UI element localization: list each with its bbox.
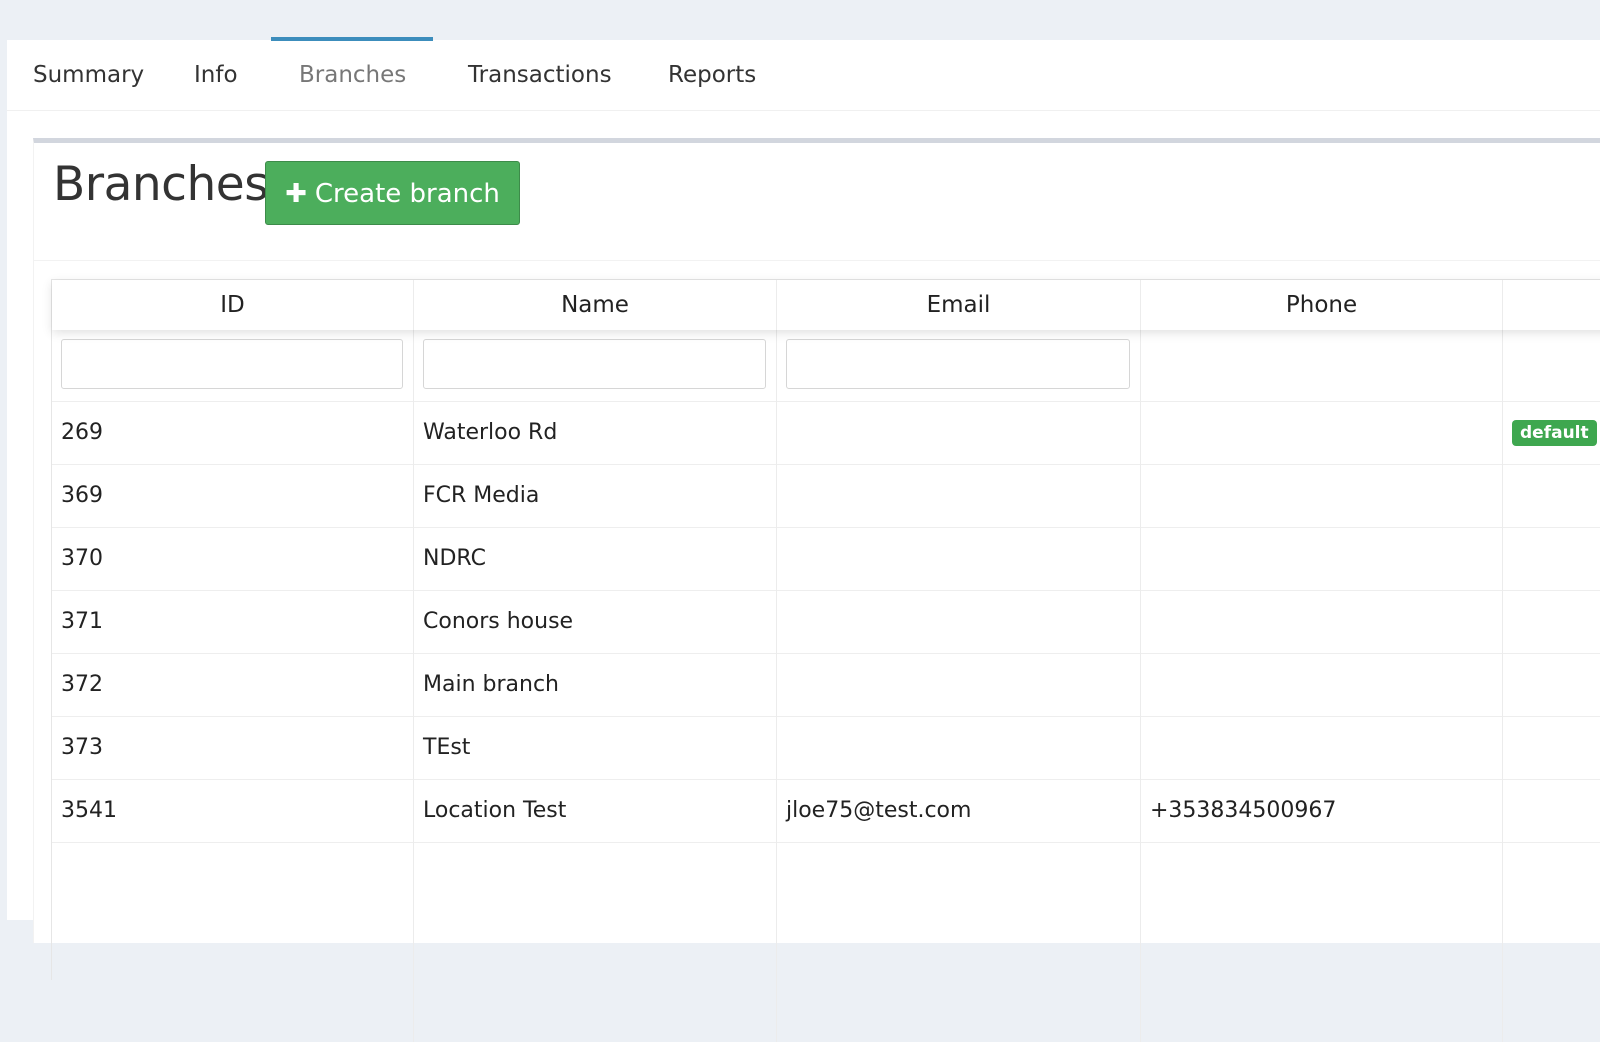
tab-bar: Summary Info Branches Transactions Repor… <box>7 37 1600 111</box>
name-filter-input[interactable] <box>423 339 766 389</box>
column-header-email[interactable]: Email <box>777 280 1141 330</box>
branches-box: Branches ✚ Create branch ID Name Email Ph… <box>33 138 1600 1042</box>
create-branch-button[interactable]: ✚ Create branch <box>265 161 520 225</box>
filter-cell-id <box>52 330 414 401</box>
cell-extra <box>1503 779 1600 842</box>
table-empty-area <box>52 842 1600 1042</box>
table-row[interactable]: 371 Conors house <box>52 590 1600 654</box>
table-row[interactable]: 3541 Location Test jloe75@test.com +3538… <box>52 779 1600 843</box>
cell-email <box>777 464 1141 527</box>
empty-cell <box>52 842 414 1042</box>
cell-extra <box>1503 653 1600 716</box>
column-header-extra <box>1503 280 1600 330</box>
table-row[interactable]: 372 Main branch <box>52 653 1600 717</box>
cell-phone <box>1141 401 1503 464</box>
cell-email <box>777 653 1141 716</box>
column-header-name[interactable]: Name <box>414 280 777 330</box>
tab-reports[interactable]: Reports <box>668 40 756 110</box>
content-panel: Summary Info Branches Transactions Repor… <box>7 37 1600 1042</box>
table-row[interactable]: 369 FCR Media <box>52 464 1600 528</box>
branches-table: ID Name Email Phone 269 Waterloo Rd defa… <box>51 279 1600 1042</box>
default-badge: default <box>1512 420 1597 446</box>
table-header: ID Name Email Phone <box>52 280 1600 330</box>
cell-name: Conors house <box>414 590 777 653</box>
cell-id: 372 <box>52 653 414 716</box>
cell-name: Main branch <box>414 653 777 716</box>
cell-email <box>777 527 1141 590</box>
filter-cell-name <box>414 330 777 401</box>
filter-cell-phone <box>1141 330 1503 401</box>
cell-id: 3541 <box>52 779 414 842</box>
cell-phone <box>1141 716 1503 779</box>
plus-icon: ✚ <box>285 179 307 209</box>
id-filter-input[interactable] <box>61 339 403 389</box>
cell-extra: default <box>1503 401 1600 464</box>
cell-extra <box>1503 590 1600 653</box>
empty-cell <box>1503 842 1600 1042</box>
cell-email: jloe75@test.com <box>777 779 1141 842</box>
table-row[interactable]: 370 NDRC <box>52 527 1600 591</box>
cell-extra <box>1503 716 1600 779</box>
tab-info[interactable]: Info <box>194 40 238 110</box>
tab-branches[interactable]: Branches <box>270 37 434 110</box>
cell-extra <box>1503 527 1600 590</box>
table-row[interactable]: 373 TEst <box>52 716 1600 780</box>
cell-name: TEst <box>414 716 777 779</box>
cell-id: 369 <box>52 464 414 527</box>
tab-transactions[interactable]: Transactions <box>468 40 612 110</box>
filter-cell-email <box>777 330 1141 401</box>
cell-name: Location Test <box>414 779 777 842</box>
cell-extra <box>1503 464 1600 527</box>
page-title: Branches <box>53 157 269 212</box>
filter-cell-extra <box>1503 330 1600 401</box>
cell-email <box>777 590 1141 653</box>
cell-id: 371 <box>52 590 414 653</box>
empty-cell <box>1141 842 1503 1042</box>
table-row[interactable]: 269 Waterloo Rd default <box>52 401 1600 465</box>
cell-id: 269 <box>52 401 414 464</box>
empty-cell <box>414 842 777 1042</box>
filter-row <box>52 330 1600 402</box>
box-header: Branches ✚ Create branch <box>34 143 1600 261</box>
column-header-phone[interactable]: Phone <box>1141 280 1503 330</box>
cell-phone <box>1141 653 1503 716</box>
cell-phone <box>1141 527 1503 590</box>
cell-email <box>777 401 1141 464</box>
cell-phone <box>1141 590 1503 653</box>
cell-name: FCR Media <box>414 464 777 527</box>
email-filter-input[interactable] <box>786 339 1130 389</box>
cell-id: 373 <box>52 716 414 779</box>
cell-name: NDRC <box>414 527 777 590</box>
cell-phone <box>1141 464 1503 527</box>
cell-email <box>777 716 1141 779</box>
cell-name: Waterloo Rd <box>414 401 777 464</box>
tab-summary[interactable]: Summary <box>33 40 144 110</box>
column-header-id[interactable]: ID <box>52 280 414 330</box>
create-branch-label: Create branch <box>314 179 500 209</box>
empty-cell <box>777 842 1141 1042</box>
cell-phone: +353834500967 <box>1141 779 1503 842</box>
cell-id: 370 <box>52 527 414 590</box>
